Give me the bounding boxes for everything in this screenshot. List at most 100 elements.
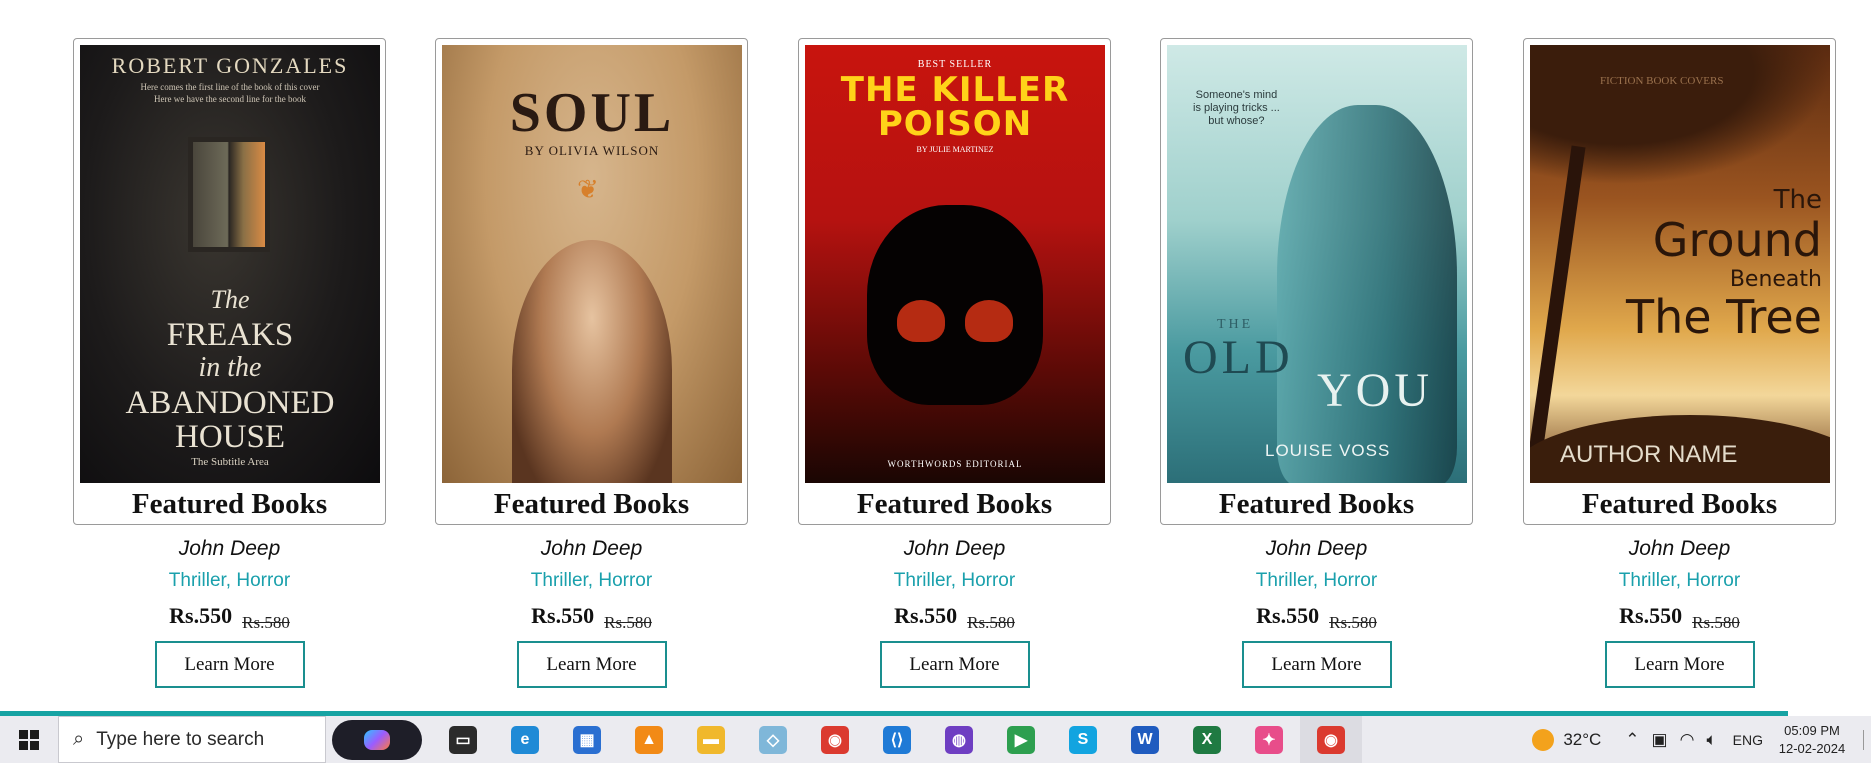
meet-icon: ▶ [1007, 725, 1035, 754]
skull-illustration [867, 205, 1043, 405]
learn-more-button[interactable]: Learn More [879, 641, 1030, 688]
windows-logo-icon [19, 729, 39, 750]
cover-title-line: FREAKS [166, 317, 294, 353]
windows-taskbar: ⌕ Type here to search ▭ e ▦ ▲ ▬ ◇ ◉ ⟨⟩ ◍ ▶ S W X ✦ ◉ 3… [0, 716, 1871, 763]
book-old-price: Rs.580 [1329, 613, 1377, 632]
book-card-frame[interactable]: FICTION BOOK COVERS The Ground Beneath T… [1523, 38, 1836, 525]
price-row: Rs.550 Rs.580 [73, 603, 386, 632]
card-heading: Featured Books [131, 488, 328, 520]
taskbar-app-button[interactable]: e [494, 716, 556, 763]
book-author: John Deep [1628, 537, 1731, 560]
cover-badge: BEST SELLER [917, 59, 993, 70]
book-card: FICTION BOOK COVERS The Ground Beneath T… [1523, 38, 1836, 688]
book-old-price: Rs.580 [604, 613, 652, 632]
chrome-profile-icon: ◉ [1317, 725, 1345, 754]
book-author: John Deep [178, 537, 281, 560]
cover-title-ground: Ground [1652, 213, 1822, 267]
book-card-frame[interactable]: BEST SELLER THE KILLER POISON BY JULIE M… [798, 38, 1111, 525]
book-card-frame[interactable]: SOUL BY OLIVIA WILSON ❦ Featured Books [435, 38, 748, 525]
taskbar-app-button[interactable]: X [1176, 716, 1238, 763]
wifi-icon[interactable]: ◠ [1680, 730, 1695, 750]
show-desktop-button[interactable] [1863, 729, 1869, 750]
taskbar-app-button[interactable]: ▲ [618, 716, 680, 763]
chevron-up-icon[interactable]: ⌃ [1625, 730, 1639, 750]
pinned-apps: ▭ e ▦ ▲ ▬ ◇ ◉ ⟨⟩ ◍ ▶ S W X ✦ ◉ [432, 716, 1362, 763]
taskbar-app-button[interactable]: ▬ [680, 716, 742, 763]
book-genre: Thriller, Horror [1618, 570, 1741, 591]
cover-tagline-line: Here comes the first line of the book of… [140, 82, 320, 92]
cover-watermark: FICTION BOOK COVERS [1600, 75, 1724, 87]
weather-widget[interactable]: 32°C [1532, 728, 1602, 751]
taskbar-app-button[interactable]: ▦ [556, 716, 618, 763]
taskbar-app-button[interactable]: ▶ [990, 716, 1052, 763]
notes-icon: ◇ [759, 725, 787, 754]
taskbar-app-button[interactable]: ⟨⟩ [866, 716, 928, 763]
book-card: SOUL BY OLIVIA WILSON ❦ Featured Books J… [435, 38, 748, 688]
start-button[interactable] [0, 716, 58, 763]
card-heading: Featured Books [1218, 488, 1415, 520]
learn-more-button[interactable]: Learn More [1604, 641, 1755, 688]
taskbar-app-button[interactable]: ✦ [1238, 716, 1300, 763]
book-cover-image: Someone's mind is playing tricks ... but… [1167, 45, 1467, 483]
book-cover-image: FICTION BOOK COVERS The Ground Beneath T… [1530, 45, 1830, 483]
book-author: John Deep [903, 537, 1006, 560]
cover-title-beneath: Beneath [1729, 267, 1822, 292]
meet-now-icon[interactable]: ▣ [1652, 730, 1668, 750]
file-explorer-icon: ▬ [697, 725, 725, 754]
price-row: Rs.550 Rs.580 [798, 603, 1111, 632]
clock[interactable]: 05:09 PM 12-02-2024 [1775, 722, 1849, 758]
learn-more-button[interactable]: Learn More [1241, 641, 1392, 688]
cover-title-line: ABANDONED [125, 385, 335, 421]
cover-author: ROBERT GONZALES [111, 53, 349, 78]
taskbar-app-button[interactable]: ▭ [432, 716, 494, 763]
book-genre: Thriller, Horror [530, 570, 653, 591]
featured-books-grid: ROBERT GONZALES Here comes the first lin… [73, 38, 1836, 688]
price-row: Rs.550 Rs.580 [1523, 603, 1836, 632]
taskbar-app-button[interactable]: ◉ [1300, 716, 1362, 763]
price-row: Rs.550 Rs.580 [435, 603, 748, 632]
cover-quote: Someone's mind is playing tricks ... but… [1193, 89, 1280, 128]
book-genre: Thriller, Horror [1255, 570, 1378, 591]
skull-eye [897, 300, 945, 342]
cover-tagline: Here comes the first line of the book of… [80, 81, 380, 105]
book-price: Rs.550 [531, 603, 595, 628]
learn-more-button[interactable]: Learn More [154, 641, 305, 688]
book-old-price: Rs.580 [967, 613, 1015, 632]
volume-icon[interactable]: 🔈︎ [1706, 730, 1716, 750]
clock-time: 05:09 PM [1784, 722, 1840, 738]
book-card: Someone's mind is playing tricks ... but… [1160, 38, 1473, 688]
taskbar-app-button[interactable]: S [1052, 716, 1114, 763]
learn-more-button[interactable]: Learn More [516, 641, 667, 688]
language-indicator[interactable]: ENG [1733, 732, 1763, 748]
temperature: 32°C [1563, 729, 1602, 749]
cover-title-you: YOU [1317, 364, 1433, 417]
book-card: BEST SELLER THE KILLER POISON BY JULIE M… [798, 38, 1111, 688]
cover-title-line: HOUSE [174, 419, 285, 455]
taskbar-app-button[interactable]: W [1114, 716, 1176, 763]
book-cover-image: BEST SELLER THE KILLER POISON BY JULIE M… [805, 45, 1105, 483]
book-cover-image: ROBERT GONZALES Here comes the first lin… [80, 45, 380, 483]
head-silhouette-illustration [1277, 105, 1457, 483]
taskbar-search-box[interactable]: ⌕ Type here to search [58, 716, 326, 763]
book-card: ROBERT GONZALES Here comes the first lin… [73, 38, 386, 688]
card-heading: Featured Books [493, 488, 690, 520]
book-card-frame[interactable]: ROBERT GONZALES Here comes the first lin… [73, 38, 386, 525]
copilot-button[interactable] [332, 719, 422, 760]
search-placeholder: Type here to search [96, 728, 265, 750]
copilot-icon [364, 729, 390, 750]
taskbar-app-button[interactable]: ◍ [928, 716, 990, 763]
cover-quote-line: Someone's mind [1195, 89, 1278, 101]
word-icon: W [1131, 725, 1159, 754]
search-icon: ⌕ [73, 728, 85, 750]
book-card-frame[interactable]: Someone's mind is playing tricks ... but… [1160, 38, 1473, 525]
cover-title-line: POISON [877, 104, 1033, 144]
taskbar-app-button[interactable]: ◉ [804, 716, 866, 763]
cover-quote-line: is playing tricks ... [1193, 102, 1280, 114]
book-old-price: Rs.580 [242, 613, 290, 632]
book-genre: Thriller, Horror [893, 570, 1016, 591]
price-row: Rs.550 Rs.580 [1160, 603, 1473, 632]
book-author: John Deep [540, 537, 643, 560]
book-genre: Thriller, Horror [168, 570, 291, 591]
taskbar-app-button[interactable]: ◇ [742, 716, 804, 763]
book-price: Rs.550 [1619, 603, 1683, 628]
